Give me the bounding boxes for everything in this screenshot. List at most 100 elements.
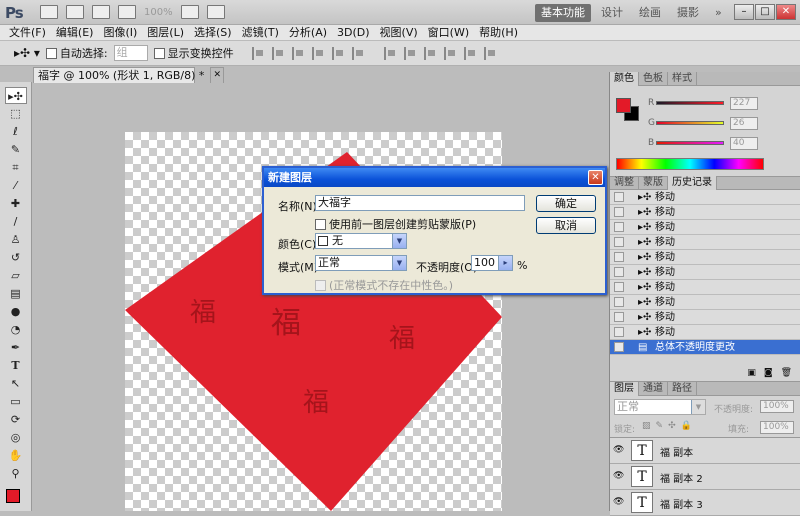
- workspace-more-button[interactable]: »: [709, 4, 728, 22]
- channel-r-slider[interactable]: [656, 101, 724, 105]
- opacity-slider-icon[interactable]: ▸: [498, 256, 512, 270]
- cancel-button[interactable]: 取消: [536, 217, 596, 234]
- shape-tool-icon[interactable]: ▭: [5, 393, 27, 410]
- align-hcenter-icon[interactable]: [331, 46, 344, 60]
- crop-tool-icon[interactable]: ⌗: [5, 159, 27, 176]
- workspace-essentials[interactable]: 基本功能: [535, 4, 591, 22]
- channel-r-value[interactable]: 227: [730, 97, 758, 110]
- fill-value[interactable]: 100%: [760, 421, 794, 434]
- eye-icon[interactable]: 👁: [613, 471, 624, 482]
- menu-filter[interactable]: 滤镜(T): [237, 25, 284, 41]
- history-snapshot-box[interactable]: [614, 297, 624, 307]
- history-item[interactable]: ▸✣ 移动: [610, 280, 800, 295]
- close-window-button[interactable]: ✕: [776, 4, 796, 20]
- blur-tool-icon[interactable]: ●: [5, 303, 27, 320]
- menu-edit[interactable]: 编辑(E): [51, 25, 99, 41]
- layer-opacity-value[interactable]: 100%: [760, 400, 794, 413]
- history-item[interactable]: ▸✣ 移动: [610, 250, 800, 265]
- move-tool-preset-icon[interactable]: ▸✣ ▾: [14, 46, 40, 60]
- 3d-orbit-tool-icon[interactable]: ◎: [5, 429, 27, 446]
- menu-select[interactable]: 选择(S): [189, 25, 237, 41]
- lock-position-icon[interactable]: ✣: [668, 421, 676, 431]
- menu-analysis[interactable]: 分析(A): [284, 25, 332, 41]
- align-bottom-icon[interactable]: [291, 46, 304, 60]
- clipping-mask-checkbox[interactable]: 使用前一图层创建剪贴蒙版(P): [315, 216, 476, 232]
- document-tab[interactable]: 福字 @ 100% (形状 1, RGB/8) * ✕: [33, 67, 224, 84]
- history-snapshot-box[interactable]: [614, 237, 624, 247]
- tab-styles[interactable]: 样式: [668, 71, 697, 86]
- eye-icon[interactable]: 👁: [613, 497, 624, 508]
- zoom-level[interactable]: 100%: [144, 7, 173, 18]
- history-brush-tool-icon[interactable]: ↺: [5, 249, 27, 266]
- workspace-design[interactable]: 设计: [595, 4, 629, 22]
- history-snapshot-box[interactable]: [614, 327, 624, 337]
- type-tool-icon[interactable]: T: [5, 357, 27, 374]
- history-item[interactable]: ▸✣ 移动: [610, 295, 800, 310]
- close-document-icon[interactable]: ✕: [210, 67, 224, 84]
- history-item-selected[interactable]: ▤ 总体不透明度更改: [610, 340, 800, 355]
- show-transform-controls-checkbox[interactable]: 显示变换控件: [153, 45, 234, 61]
- distribute-right-icon[interactable]: [483, 46, 496, 60]
- menu-view[interactable]: 视图(V): [375, 25, 423, 41]
- arrange-documents-icon[interactable]: [180, 5, 199, 19]
- distribute-top-icon[interactable]: [383, 46, 396, 60]
- history-snapshot-box[interactable]: [614, 342, 624, 352]
- dodge-tool-icon[interactable]: ◔: [5, 321, 27, 338]
- trash-icon[interactable]: 🗑: [781, 368, 792, 378]
- tab-layers[interactable]: 图层: [610, 381, 639, 396]
- distribute-hcenter-icon[interactable]: [463, 46, 476, 60]
- foreground-color-swatch[interactable]: [6, 489, 20, 503]
- eyedropper-tool-icon[interactable]: ⁄: [5, 177, 27, 194]
- zoom-tool-icon[interactable]: ⚲: [5, 465, 27, 482]
- view-extras-icon[interactable]: [118, 5, 136, 19]
- layer-row[interactable]: 👁 T 福 副本: [610, 438, 800, 464]
- eraser-tool-icon[interactable]: ▱: [5, 267, 27, 284]
- tab-history[interactable]: 历史记录: [668, 176, 717, 190]
- opacity-input[interactable]: 100 ▸: [471, 255, 513, 271]
- layer-row[interactable]: 👁 T 福 副本 2: [610, 464, 800, 490]
- layer-blend-mode-select[interactable]: 正常 ▼: [614, 399, 706, 415]
- hand-tool-icon[interactable]: ✋: [5, 447, 27, 464]
- lock-pixels-icon[interactable]: ✎: [656, 421, 664, 431]
- menu-window[interactable]: 窗口(W): [423, 25, 474, 41]
- history-snapshot-box[interactable]: [614, 267, 624, 277]
- history-snapshot-box[interactable]: [614, 282, 624, 292]
- history-snapshot-box[interactable]: [614, 192, 624, 202]
- brush-tool-icon[interactable]: /: [5, 213, 27, 230]
- tab-color[interactable]: 颜色: [610, 71, 639, 86]
- maximize-button[interactable]: □: [755, 4, 775, 20]
- align-vcenter-icon[interactable]: [271, 46, 284, 60]
- history-snapshot-box[interactable]: [614, 252, 624, 262]
- history-item[interactable]: ▸✣ 移动: [610, 235, 800, 250]
- tab-swatches[interactable]: 色板: [639, 71, 668, 86]
- history-snapshot-box[interactable]: [614, 312, 624, 322]
- history-item[interactable]: ▸✣ 移动: [610, 325, 800, 340]
- lasso-tool-icon[interactable]: ℓ: [5, 123, 27, 140]
- history-item[interactable]: ▸✣ 移动: [610, 190, 800, 205]
- channel-g-value[interactable]: 26: [730, 117, 758, 130]
- blend-mode-select[interactable]: 正常 ▼: [315, 255, 407, 271]
- history-item[interactable]: ▸✣ 移动: [610, 220, 800, 235]
- stamp-tool-icon[interactable]: ♙: [5, 231, 27, 248]
- marquee-tool-icon[interactable]: ⬚: [5, 105, 27, 122]
- tab-paths[interactable]: 路径: [668, 381, 697, 396]
- pen-tool-icon[interactable]: ✒: [5, 339, 27, 356]
- workspace-photography[interactable]: 摄影: [671, 4, 705, 22]
- distribute-bottom-icon[interactable]: [423, 46, 436, 60]
- distribute-left-icon[interactable]: [443, 46, 456, 60]
- channel-g-slider[interactable]: [656, 121, 724, 125]
- ok-button[interactable]: 确定: [536, 195, 596, 212]
- gradient-tool-icon[interactable]: ▤: [5, 285, 27, 302]
- align-top-icon[interactable]: [251, 46, 264, 60]
- tab-masks[interactable]: 蒙版: [639, 176, 668, 190]
- extras-icon[interactable]: [92, 5, 110, 19]
- menu-layer[interactable]: 图层(L): [142, 25, 189, 41]
- 3d-rotate-tool-icon[interactable]: ⟳: [5, 411, 27, 428]
- healing-tool-icon[interactable]: ✚: [5, 195, 27, 212]
- color-spectrum-bar[interactable]: [616, 158, 764, 170]
- snapshot-icon[interactable]: ◙: [764, 368, 773, 378]
- history-snapshot-box[interactable]: [614, 207, 624, 217]
- screen-mode-icon[interactable]: [206, 5, 225, 19]
- menu-help[interactable]: 帮助(H): [474, 25, 523, 41]
- quick-select-tool-icon[interactable]: ✎: [5, 141, 27, 158]
